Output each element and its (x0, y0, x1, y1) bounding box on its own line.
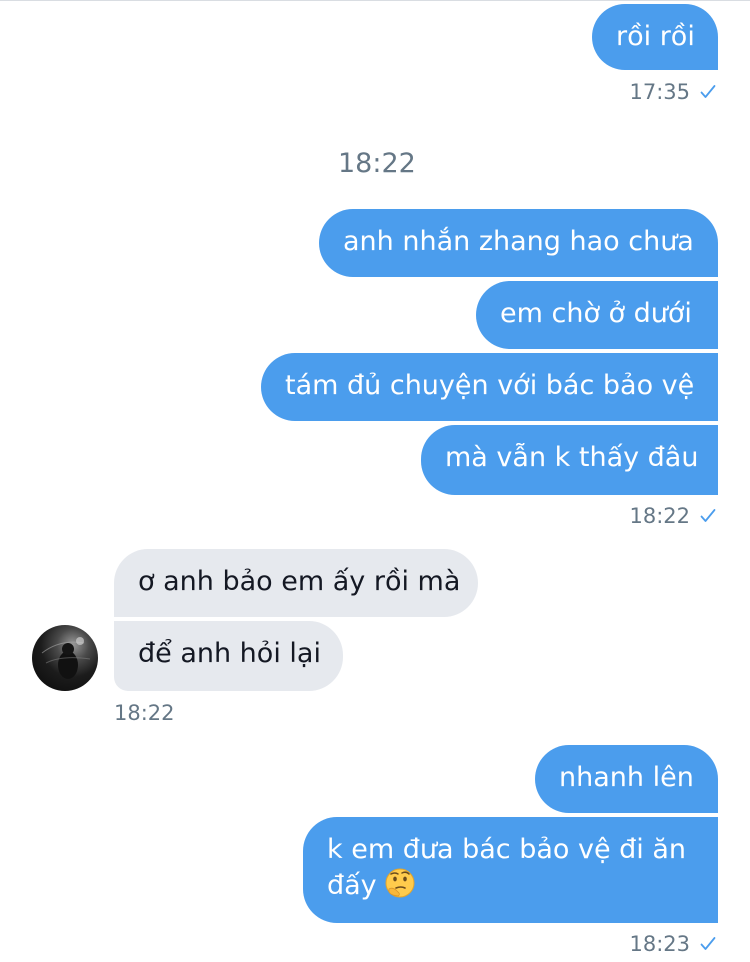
outgoing-message[interactable]: nhanh lên (535, 745, 718, 813)
check-icon (700, 937, 716, 950)
message-text: em chờ ở dưới (500, 298, 692, 329)
message-text: để anh hỏi lại (138, 638, 321, 669)
message-time: 17:35 (629, 80, 690, 104)
outgoing-message[interactable]: anh nhắn zhang hao chưa (319, 209, 718, 277)
check-icon (700, 85, 716, 98)
incoming-message[interactable]: để anh hỏi lại (114, 621, 343, 691)
outgoing-message[interactable]: k em đưa bác bảo vệ đi ăn đấy (303, 817, 718, 923)
message-meta: 18:22 (629, 504, 716, 528)
incoming-message[interactable]: ơ anh bảo em ấy rồi mà (114, 549, 478, 617)
message-meta: 17:35 (629, 80, 716, 104)
top-divider (0, 0, 750, 1)
outgoing-message[interactable]: tám đủ chuyện với bác bảo vệ (261, 353, 718, 421)
outgoing-message[interactable]: em chờ ở dưới (476, 281, 718, 349)
message-time: 18:22 (114, 701, 175, 725)
message-meta: 18:22 (114, 701, 175, 725)
message-text: mà vẫn k thấy đâu (445, 442, 699, 473)
message-meta: 18:23 (629, 932, 716, 956)
time-divider: 18:22 (338, 148, 416, 179)
outgoing-message[interactable]: rồi rồi (592, 4, 718, 70)
thinking-face-icon (385, 868, 415, 898)
check-icon (700, 509, 716, 522)
message-text: ơ anh bảo em ấy rồi mà (138, 566, 461, 597)
message-text: rồi rồi (616, 21, 695, 52)
message-text: anh nhắn zhang hao chưa (343, 226, 694, 257)
message-text: tám đủ chuyện với bác bảo vệ (285, 370, 695, 401)
avatar-image (41, 637, 91, 679)
message-time: 18:22 (629, 504, 690, 528)
message-text: k em đưa bác bảo vệ đi ăn đấy (327, 834, 687, 901)
time-divider-label: 18:22 (338, 148, 416, 179)
message-text: nhanh lên (559, 762, 694, 793)
outgoing-message[interactable]: mà vẫn k thấy đâu (421, 425, 718, 495)
contact-avatar[interactable] (32, 625, 98, 691)
message-time: 18:23 (629, 932, 690, 956)
